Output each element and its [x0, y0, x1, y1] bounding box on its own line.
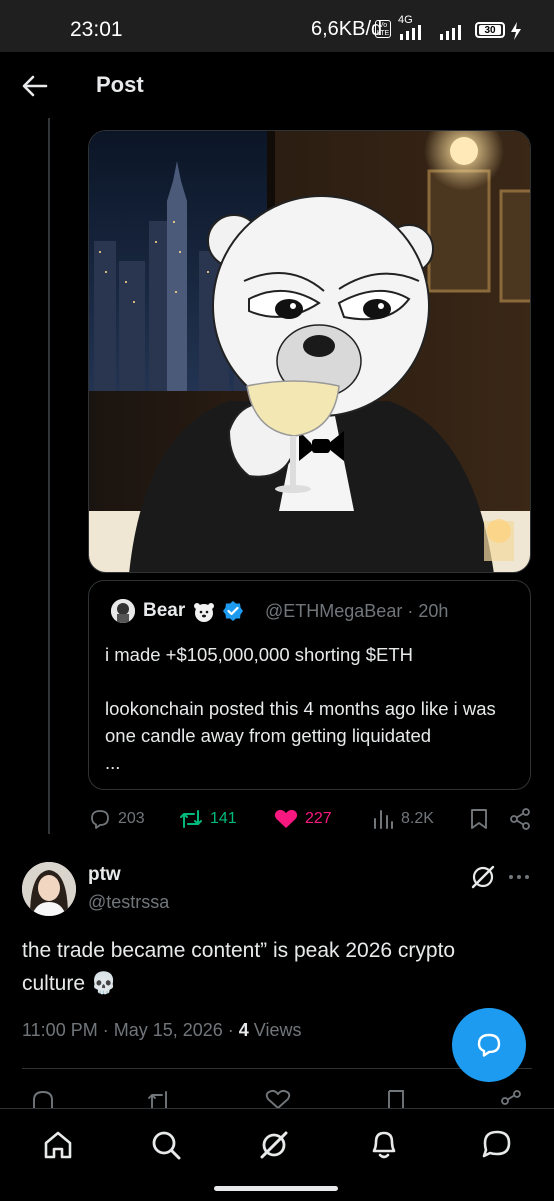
like-count: 227: [305, 810, 332, 827]
quoted-line-4: ...: [105, 752, 121, 773]
heart-icon-partial[interactable]: [264, 1088, 292, 1108]
repost-icon-partial[interactable]: [145, 1088, 173, 1108]
network-rate: 6,6KB/d: [311, 18, 383, 40]
quoted-name[interactable]: Bear: [143, 600, 185, 622]
back-arrow-icon[interactable]: [22, 74, 48, 98]
chat-bubble-icon: [477, 1033, 501, 1057]
reply-views-count: 4: [238, 1020, 249, 1040]
signal-icon-2: [440, 25, 461, 40]
message-icon[interactable]: [480, 1127, 514, 1161]
home-icon[interactable]: [42, 1129, 74, 1161]
quoted-body: i made +$105,000,000 shorting $ETH looko…: [105, 641, 525, 776]
share-icon-partial[interactable]: [498, 1088, 524, 1108]
home-indicator[interactable]: [214, 1186, 338, 1191]
repost-count: 141: [210, 810, 237, 827]
quoted-avatar[interactable]: [111, 599, 135, 623]
quoted-line-2: [105, 668, 525, 695]
like-button[interactable]: 227: [273, 804, 332, 834]
charging-icon: [511, 22, 521, 40]
volte-icon: Vo LTE: [375, 20, 391, 38]
quoted-line-3: lookonchain posted this 4 months ago lik…: [105, 698, 496, 746]
status-bar: 23:01 6,6KB/d Vo LTE 4G 30: [0, 0, 554, 52]
polar-bear-emoji-icon: [194, 603, 214, 622]
battery-icon: 30: [475, 22, 505, 38]
reply-button[interactable]: 203: [88, 804, 145, 834]
reply-meta: 11:00 PM · May 15, 2026 · 4 Views: [22, 1020, 302, 1041]
signal-icon: [400, 25, 421, 40]
verified-badge-icon: [223, 601, 243, 621]
share-icon: [510, 808, 530, 830]
reply-icon-partial[interactable]: [30, 1088, 56, 1108]
grok-nav-icon[interactable]: [258, 1129, 290, 1161]
bookmark-button[interactable]: [468, 804, 490, 834]
bell-icon[interactable]: [368, 1127, 400, 1161]
quoted-handle: @ETHMegaBear · 20h: [265, 601, 449, 621]
reply-avatar[interactable]: [22, 862, 76, 916]
views-count: 8.2K: [401, 810, 434, 827]
reply-icon: [91, 810, 109, 829]
reply-views-label: Views: [248, 1020, 302, 1040]
post-action-bar: 203 141 227 8.2K: [88, 804, 538, 834]
page-title: Post: [96, 72, 144, 97]
repost-button[interactable]: 141: [178, 804, 237, 834]
reply-count: 203: [118, 810, 145, 827]
quoted-post[interactable]: Bear @ETHMegaBear · 20h i made +$105,000…: [88, 580, 531, 790]
grok-icon[interactable]: [470, 864, 496, 890]
post-image[interactable]: [88, 130, 531, 573]
reply-text: the trade became content” is peak 2026 c…: [22, 939, 456, 995]
more-icon[interactable]: [508, 870, 530, 884]
top-header: Post: [0, 52, 554, 118]
repost-icon: [180, 810, 202, 828]
views-icon: [374, 810, 393, 829]
share-button[interactable]: [508, 804, 532, 834]
views-button[interactable]: 8.2K: [371, 804, 434, 834]
reply-author-handle[interactable]: @testrssa: [88, 892, 169, 913]
thread-line: [48, 118, 50, 834]
reply-timestamp: 11:00 PM · May 15, 2026 ·: [22, 1020, 239, 1040]
heart-icon: [274, 809, 298, 828]
quoted-line-1: i made +$105,000,000 shorting $ETH: [105, 644, 414, 665]
divider: [22, 1068, 532, 1069]
bookmark-icon: [471, 809, 487, 829]
bookmark-icon-partial[interactable]: [385, 1088, 407, 1108]
reply-author-name[interactable]: ptw: [88, 864, 121, 886]
status-time: 23:01: [70, 18, 123, 41]
search-icon[interactable]: [150, 1129, 182, 1161]
compose-reply-button[interactable]: [452, 1008, 526, 1082]
